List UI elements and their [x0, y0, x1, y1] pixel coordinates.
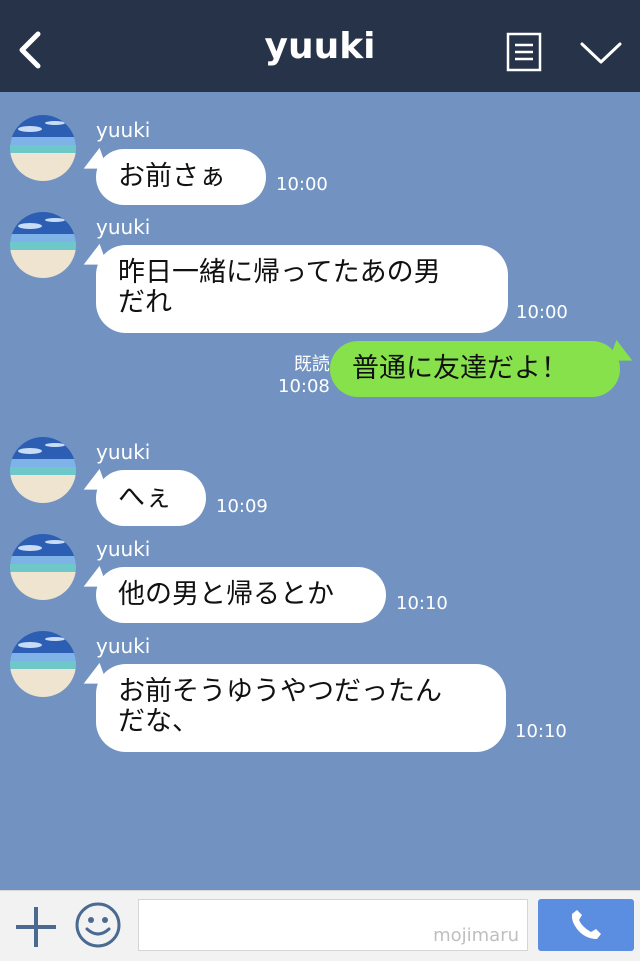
call-button[interactable]	[538, 899, 634, 951]
message-time: 10:00	[276, 174, 328, 195]
avatar[interactable]	[10, 212, 76, 278]
message-bubble[interactable]: へぇ	[96, 470, 206, 526]
message-time: 10:00	[516, 302, 568, 323]
chevron-down-icon[interactable]	[578, 38, 624, 68]
sender-name: yuuki	[96, 118, 151, 142]
chat-title: yuuki	[264, 26, 376, 67]
read-status: 既読 10:08	[278, 354, 330, 397]
avatar[interactable]	[10, 115, 76, 181]
avatar[interactable]	[10, 534, 76, 600]
phone-icon	[571, 910, 601, 939]
message-input[interactable]: mojimaru	[138, 899, 528, 951]
sender-name: yuuki	[96, 215, 151, 239]
message-bubble[interactable]: 他の男と帰るとか	[96, 567, 386, 623]
message-time: 10:10	[396, 593, 448, 614]
composer-bar: mojimaru	[0, 890, 640, 961]
plus-icon[interactable]	[14, 905, 58, 949]
message-bubble[interactable]: お前さぁ	[96, 149, 266, 205]
avatar[interactable]	[10, 631, 76, 697]
watermark: mojimaru	[433, 925, 519, 946]
smiley-icon[interactable]	[74, 901, 122, 949]
menu-icon[interactable]	[506, 32, 542, 72]
sender-name: yuuki	[96, 634, 151, 658]
message-time: 10:09	[216, 496, 268, 517]
my-message-bubble[interactable]: 普通に友達だよ！	[330, 341, 620, 397]
message-bubble[interactable]: お前そうゆうやつだったん だな、	[96, 664, 506, 752]
sender-name: yuuki	[96, 537, 151, 561]
message-bubble[interactable]: 昨日一緒に帰ってたあの男 だれ	[96, 245, 508, 333]
chat-header: yuuki	[0, 0, 640, 92]
avatar[interactable]	[10, 437, 76, 503]
chat-area[interactable]: yuuki お前さぁ 10:00 yuuki 昨日一緒に帰ってたあの男 だれ 1…	[0, 92, 640, 890]
sender-name: yuuki	[96, 440, 151, 464]
message-time: 10:10	[515, 721, 567, 742]
